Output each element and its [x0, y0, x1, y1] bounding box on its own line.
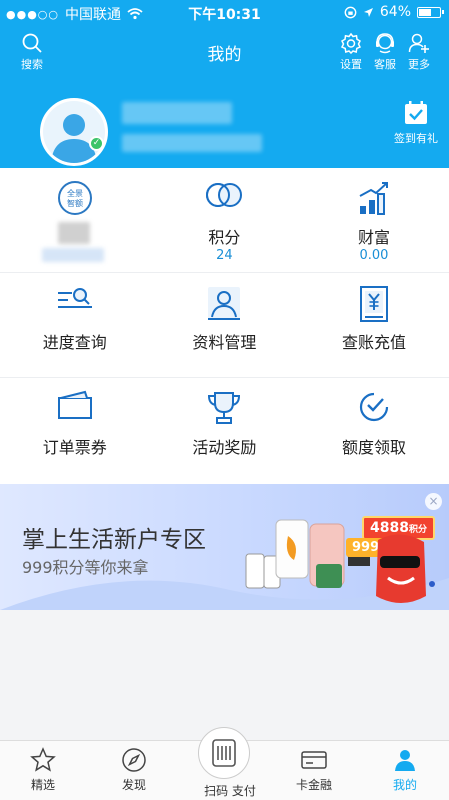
progress-query-label: 进度查询	[42, 333, 107, 352]
profile-card-icon	[208, 287, 241, 320]
credit-claim-cell[interactable]: 额度领取	[299, 378, 449, 483]
banner-title: 掌上生活新户专区	[22, 527, 206, 553]
bill-icon-wrap	[299, 285, 449, 325]
service-label: 客服	[374, 58, 396, 71]
more-button[interactable]: 更多	[402, 32, 436, 72]
default-avatar-icon	[43, 101, 105, 163]
points-icon	[206, 183, 243, 207]
add-friend-icon	[408, 33, 429, 53]
points-label: 积分	[208, 228, 241, 247]
yuan-bill-icon	[359, 286, 388, 322]
status-icons: 64%	[344, 4, 444, 20]
blurred-username	[122, 102, 232, 124]
gear-icon	[340, 32, 362, 54]
tab-scan-pay-label[interactable]: 扫码 支付	[190, 782, 270, 799]
status-bar: ●●●○○ 中国联通 下午10:31 64%	[0, 0, 449, 26]
gauge-icon	[359, 392, 389, 422]
wealth-icon-wrap	[299, 180, 449, 220]
profile-manage-label: 资料管理	[192, 333, 257, 352]
progress-icon-wrap	[0, 285, 150, 325]
battery-fill	[419, 8, 431, 16]
grid-row-assets: 全景 智额 积分 24 财富 0.00	[0, 168, 449, 273]
tab-featured-label: 精选	[30, 778, 55, 792]
quota-badge-icon: 全景智额	[57, 181, 92, 215]
blurred-badge-value	[42, 248, 104, 262]
wealth-label: 财富	[357, 228, 390, 247]
points-icon-wrap	[150, 180, 300, 220]
scan-pay-button[interactable]	[198, 727, 250, 779]
mascot-icon	[376, 534, 426, 603]
user-icon	[395, 750, 415, 771]
points-cell[interactable]: 积分 24	[150, 168, 300, 272]
avatar[interactable]	[40, 98, 108, 166]
orders-tickets-label: 订单票券	[42, 438, 107, 457]
banner-subtitle: 999积分等你来拿	[22, 558, 149, 577]
tab-card-finance[interactable]: 卡金融	[279, 747, 349, 793]
progress-query-cell[interactable]: 进度查询	[0, 273, 150, 377]
settings-label: 设置	[340, 58, 362, 71]
points-value: 24	[216, 248, 233, 263]
checkin-label: 签到有礼	[394, 132, 438, 145]
function-grid: 全景 智额 积分 24 财富 0.00 进度查询 资料管理 查账充值 订单票券 …	[0, 168, 449, 484]
activity-rewards-label: 活动奖励	[192, 438, 257, 457]
ticket-icon	[57, 390, 92, 419]
checkin-button[interactable]: 签到有礼	[390, 100, 442, 146]
bill-recharge-cell[interactable]: 查账充值	[299, 273, 449, 377]
tab-mine-label: 我的	[392, 778, 417, 792]
orders-tickets-cell[interactable]: 订单票券	[0, 378, 150, 483]
scan-code-icon	[212, 739, 236, 767]
promo-banner[interactable]: 掌上生活新户专区 999积分等你来拿 4888积分 999 ×	[0, 484, 449, 610]
banner-close-button[interactable]: ×	[425, 493, 442, 510]
card-icon	[301, 751, 327, 769]
tab-featured[interactable]: 精选	[8, 747, 78, 793]
more-label: 更多	[408, 58, 430, 71]
star-icon	[30, 747, 56, 772]
bill-recharge-label: 查账充值	[341, 333, 406, 352]
wealth-cell[interactable]: 财富 0.00	[299, 168, 449, 272]
profile-manage-cell[interactable]: 资料管理	[150, 273, 300, 377]
badge-text-bottom: 智额	[67, 198, 83, 208]
gauge-icon-wrap	[299, 390, 449, 430]
trophy-icon-wrap	[150, 390, 300, 430]
profile-icon-wrap	[150, 285, 300, 325]
battery-icon	[417, 6, 444, 18]
location-icon	[363, 7, 373, 17]
trophy-icon	[208, 392, 241, 424]
bottom-tab-bar: 精选 发现 扫码 支付 卡金融 我的	[0, 727, 449, 800]
tab-mine[interactable]: 我的	[370, 747, 440, 793]
rotation-lock-icon	[344, 6, 357, 18]
compass-icon	[122, 748, 146, 772]
headset-icon	[376, 33, 394, 54]
bar-chart-icon	[359, 182, 388, 215]
credit-claim-label: 额度领取	[341, 438, 406, 457]
tab-discover-label: 发现	[121, 778, 146, 792]
grid-row-services: 进度查询 资料管理 查账充值	[0, 273, 449, 378]
calendar-check-icon	[405, 101, 427, 124]
grid-row-rewards: 订单票券 活动奖励 额度领取	[0, 378, 449, 483]
blurred-user-info	[122, 134, 262, 152]
settings-button[interactable]: 设置	[334, 32, 368, 72]
customer-service-button[interactable]: 客服	[368, 32, 402, 72]
account-badge: 全景 智额	[0, 180, 150, 220]
progress-search-icon	[57, 288, 92, 308]
wealth-value: 0.00	[359, 248, 389, 263]
badge-text-top: 全景	[67, 188, 83, 198]
verified-badge-icon: ✓	[89, 136, 104, 151]
tab-discover[interactable]: 发现	[99, 747, 169, 793]
orders-icon-wrap	[0, 390, 150, 430]
activity-rewards-cell[interactable]: 活动奖励	[150, 378, 300, 483]
account-badge-cell[interactable]: 全景 智额	[0, 168, 150, 272]
profile-header: 搜索 我的 设置 客服 更多 ✓ 签到有礼	[0, 26, 449, 168]
tab-card-finance-label: 卡金融	[295, 778, 332, 792]
battery-percent: 64%	[379, 4, 411, 20]
blurred-badge-title	[58, 222, 90, 244]
